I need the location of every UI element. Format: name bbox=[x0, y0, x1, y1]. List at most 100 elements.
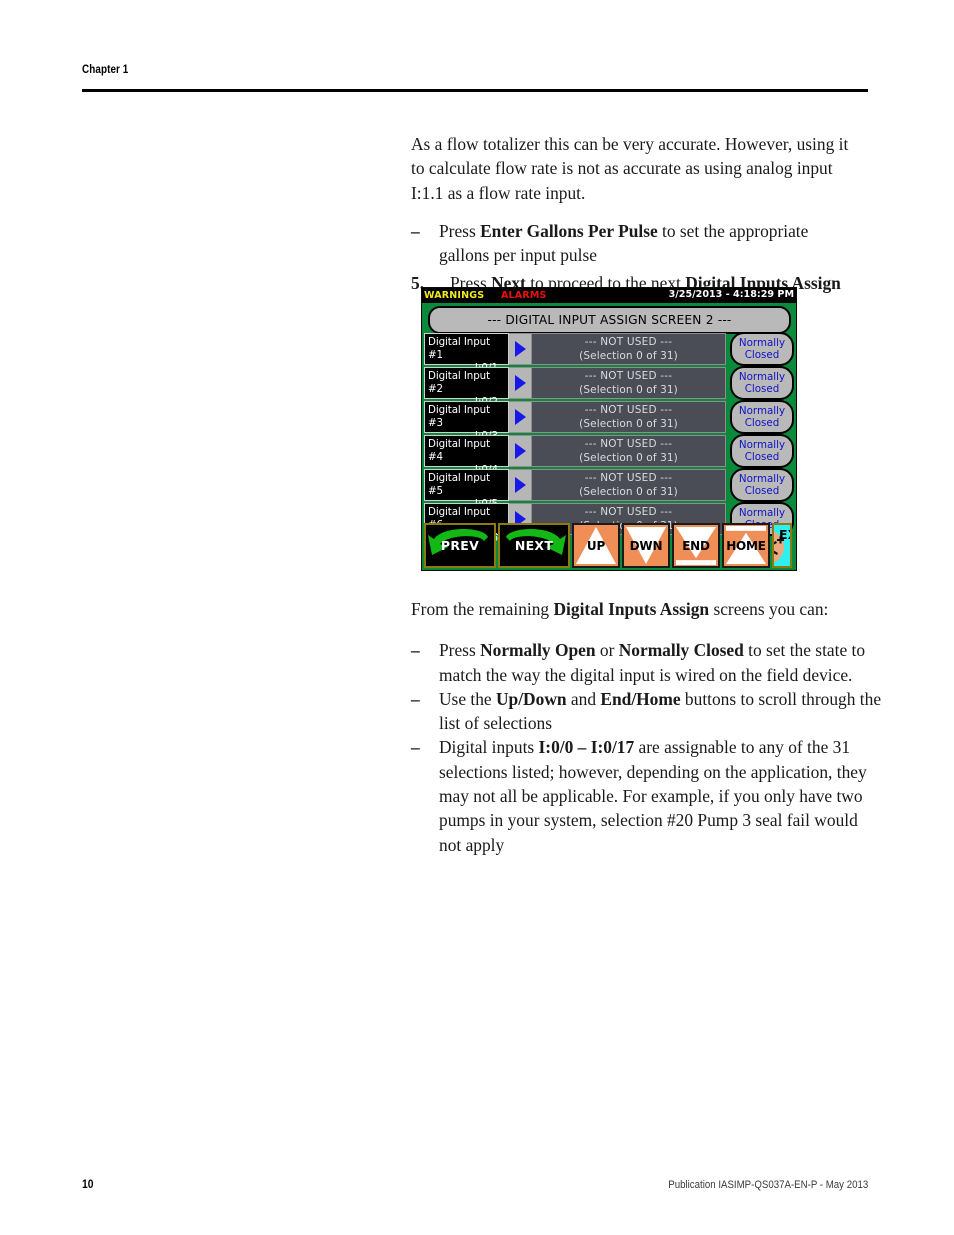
selection-index: (Selection 0 of 31) bbox=[579, 452, 678, 464]
state-line-2: Closed bbox=[744, 383, 780, 395]
intro-paragraph: As a flow totalizer this can be very acc… bbox=[411, 132, 861, 205]
state-cell: Normally Closed bbox=[726, 366, 794, 400]
digital-input-rows: Digital Input #1 I:0/1 --- NOT USED --- … bbox=[422, 332, 796, 544]
from-remaining-paragraph: From the remaining Digital Inputs Assign… bbox=[411, 597, 883, 621]
prev-button[interactable]: PREV bbox=[424, 523, 496, 568]
bullet-up-down-end-home: – Use the Up/Down and End/Home buttons t… bbox=[411, 687, 883, 736]
home-label: HOME bbox=[726, 538, 766, 553]
running-header: Chapter 1 bbox=[82, 64, 868, 76]
digital-input-tag: Digital Input #5 I:0/5 bbox=[424, 469, 509, 510]
digital-input-label: Digital Input #4 bbox=[428, 438, 491, 463]
dash-marker: – bbox=[411, 737, 420, 758]
normally-closed-button[interactable]: Normally Closed bbox=[730, 332, 794, 366]
dash-marker: – bbox=[411, 220, 420, 241]
selection-display[interactable]: --- NOT USED --- (Selection 0 of 31) bbox=[532, 401, 726, 433]
digital-input-label: Digital Input #3 bbox=[428, 404, 491, 429]
page-number: 10 bbox=[82, 1177, 94, 1191]
chapter-label: Chapter 1 bbox=[82, 64, 129, 76]
bullet-bold-1: Up/Down bbox=[496, 688, 567, 709]
selection-name: --- NOT USED --- bbox=[584, 472, 673, 484]
selection-index: (Selection 0 of 31) bbox=[579, 486, 678, 498]
selection-index: (Selection 0 of 31) bbox=[579, 418, 678, 430]
publication-info: Publication IASIMP-QS037A-EN-P - May 201… bbox=[668, 1179, 868, 1191]
next-button[interactable]: NEXT bbox=[498, 523, 570, 568]
bullet-text-pre: Press bbox=[439, 220, 481, 241]
end-button[interactable]: END bbox=[672, 523, 720, 568]
state-line-2: Closed bbox=[744, 485, 780, 497]
state-line-2: Closed bbox=[744, 349, 780, 361]
selection-name: --- NOT USED --- bbox=[584, 336, 673, 348]
bullet-enter-gallons: – Press Enter Gallons Per Pulse to set t… bbox=[411, 219, 861, 268]
state-line-1: Normally bbox=[738, 405, 786, 417]
selection-display[interactable]: --- NOT USED --- (Selection 0 of 31) bbox=[532, 435, 726, 467]
table-row: Digital Input #3 I:0/3 --- NOT USED --- … bbox=[424, 400, 794, 442]
right-arrow-icon bbox=[514, 375, 526, 391]
state-line-1: Normally bbox=[738, 439, 786, 451]
state-line-1: Normally bbox=[738, 371, 786, 383]
normally-closed-button[interactable]: Normally Closed bbox=[730, 434, 794, 468]
exit-label: EXIT bbox=[779, 527, 790, 542]
right-arrow-icon bbox=[514, 409, 526, 425]
hmi-status-bar: WARNINGS ALARMS 3/25/2013 - 4:18:29 PM bbox=[422, 288, 796, 303]
hmi-screen-title: --- DIGITAL INPUT ASSIGN SCREEN 2 --- bbox=[428, 306, 791, 334]
selection-display[interactable]: --- NOT USED --- (Selection 0 of 31) bbox=[532, 469, 726, 501]
up-label: UP bbox=[586, 538, 606, 553]
intro-line-3: flow rate input. bbox=[478, 182, 586, 203]
bullet-mid: or bbox=[595, 640, 619, 661]
table-row: Digital Input #4 I:0/4 --- NOT USED --- … bbox=[424, 434, 794, 476]
dash-marker: – bbox=[411, 688, 420, 709]
state-cell: Normally Closed bbox=[726, 468, 794, 502]
bullet-pre: Use the bbox=[439, 688, 496, 709]
selection-index: (Selection 0 of 31) bbox=[579, 384, 678, 396]
state-cell: Normally Closed bbox=[726, 332, 794, 366]
select-arrow-button[interactable] bbox=[509, 469, 532, 501]
bullet-bold-1: I:0/0 – I:0/17 bbox=[538, 737, 635, 758]
right-arrow-icon bbox=[514, 443, 526, 459]
digital-input-label: Digital Input #1 bbox=[428, 336, 491, 361]
end-label: END bbox=[682, 538, 710, 553]
select-arrow-button[interactable] bbox=[509, 333, 532, 365]
bullet-pre: Digital inputs bbox=[439, 737, 539, 758]
hmi-title-wrap: --- DIGITAL INPUT ASSIGN SCREEN 2 --- bbox=[422, 303, 796, 334]
selection-name: --- NOT USED --- bbox=[584, 370, 673, 382]
bullet-normally-open-closed: – Press Normally Open or Normally Closed… bbox=[411, 638, 883, 687]
state-line-2: Closed bbox=[744, 451, 780, 463]
selection-name: --- NOT USED --- bbox=[584, 438, 673, 450]
warnings-indicator[interactable]: WARNINGS bbox=[424, 290, 484, 301]
dash-marker: – bbox=[411, 640, 420, 661]
hmi-navigation-bar: PREV NEXT UP DWN END HOME E bbox=[422, 522, 796, 570]
state-cell: Normally Closed bbox=[726, 400, 794, 434]
select-arrow-button[interactable] bbox=[509, 401, 532, 433]
normally-closed-button[interactable]: Normally Closed bbox=[730, 468, 794, 502]
normally-closed-button[interactable]: Normally Closed bbox=[730, 366, 794, 400]
down-button[interactable]: DWN bbox=[622, 523, 670, 568]
from-remaining-post: screens you can: bbox=[709, 599, 829, 619]
select-arrow-button[interactable] bbox=[509, 435, 532, 467]
exit-button[interactable]: EXIT bbox=[772, 523, 792, 568]
state-line-2: Closed bbox=[744, 417, 780, 429]
hmi-datetime: 3/25/2013 - 4:18:29 PM bbox=[668, 289, 794, 300]
normally-closed-button[interactable]: Normally Closed bbox=[730, 400, 794, 434]
state-line-1: Normally bbox=[738, 337, 786, 349]
digital-input-label: Digital Input #5 bbox=[428, 472, 491, 497]
selection-display[interactable]: --- NOT USED --- (Selection 0 of 31) bbox=[532, 367, 726, 399]
select-arrow-button[interactable] bbox=[509, 367, 532, 399]
next-label: NEXT bbox=[514, 538, 554, 553]
up-button[interactable]: UP bbox=[572, 523, 620, 568]
digital-input-tag: Digital Input #2 I:0/2 bbox=[424, 367, 509, 408]
alarms-indicator[interactable]: ALARMS bbox=[501, 290, 547, 301]
selection-display[interactable]: --- NOT USED --- (Selection 0 of 31) bbox=[532, 333, 726, 365]
state-line-1: Normally bbox=[738, 507, 786, 519]
digital-input-tag: Digital Input #1 I:0/1 bbox=[424, 333, 509, 374]
digital-input-tag: Digital Input #4 I:0/4 bbox=[424, 435, 509, 476]
bullet-bold-2: Normally Closed bbox=[618, 640, 744, 661]
state-cell: Normally Closed bbox=[726, 434, 794, 468]
table-row: Digital Input #5 I:0/5 --- NOT USED --- … bbox=[424, 468, 794, 510]
digital-input-label: Digital Input #2 bbox=[428, 370, 491, 395]
from-remaining-bold: Digital Inputs Assign bbox=[553, 599, 710, 619]
down-label: DWN bbox=[629, 538, 663, 553]
from-remaining-pre: From the remaining bbox=[411, 599, 554, 619]
selection-name: --- NOT USED --- bbox=[584, 404, 673, 416]
bullet-bold-2: End/Home bbox=[600, 688, 681, 709]
home-button[interactable]: HOME bbox=[722, 523, 770, 568]
